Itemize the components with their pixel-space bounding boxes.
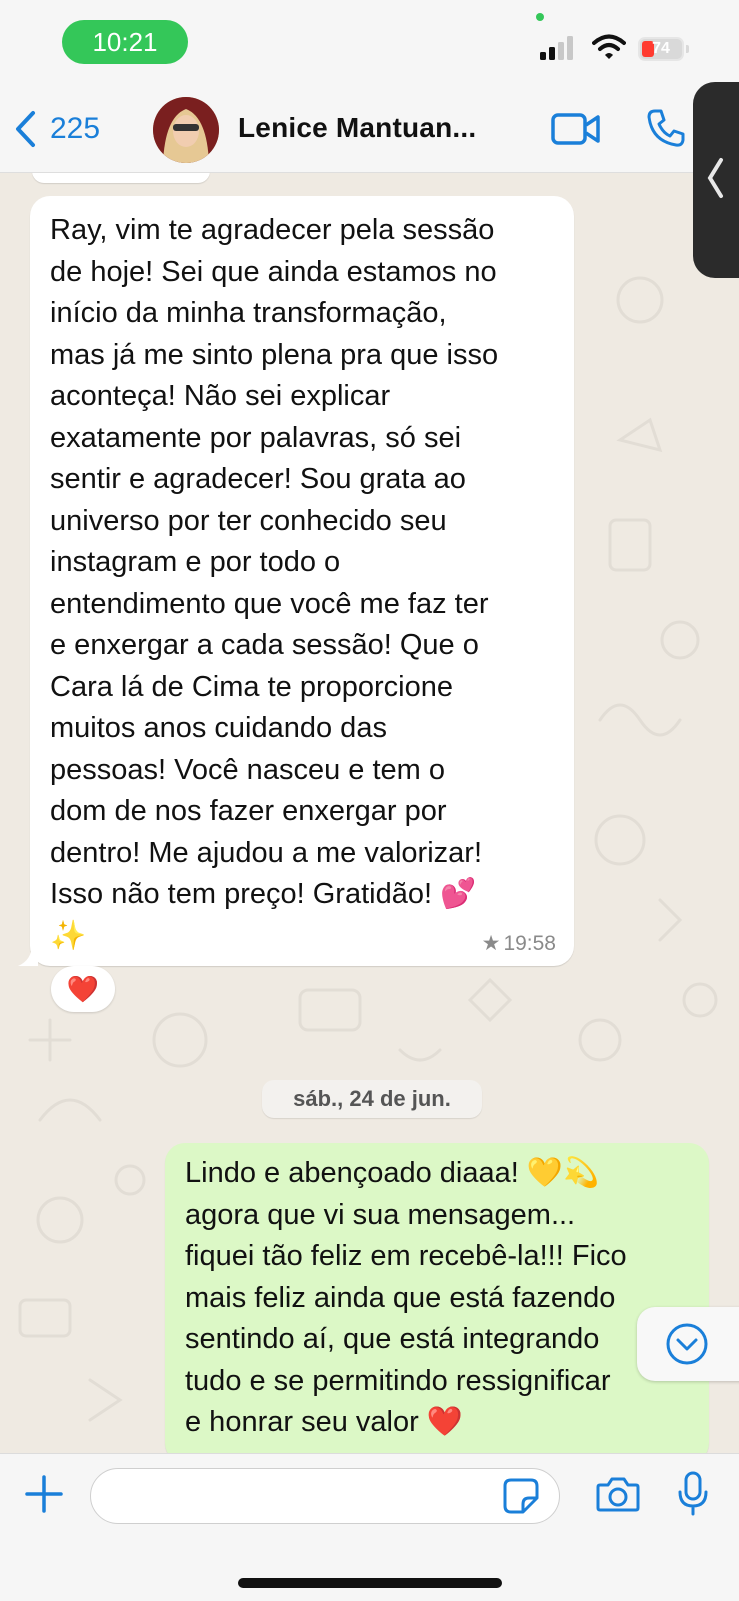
chevron-down-circle-icon — [666, 1323, 708, 1365]
home-indicator — [238, 1578, 502, 1588]
message-time: 19:58 — [503, 931, 556, 955]
previous-message-bubble — [32, 173, 210, 183]
microphone-icon — [678, 1471, 708, 1516]
back-button[interactable]: 225 — [14, 106, 100, 152]
sticker-button[interactable] — [503, 1478, 539, 1519]
message-input[interactable] — [90, 1468, 560, 1524]
status-time: 10:21 — [62, 20, 188, 64]
message-timestamp: ★ 19:58 — [482, 931, 556, 956]
cellular-signal-icon — [540, 36, 573, 60]
chevron-left-icon — [707, 158, 723, 198]
outgoing-message-bubble[interactable]: Lindo e abençoado diaaa! 💛💫 agora que vi… — [165, 1143, 709, 1453]
video-camera-icon — [551, 113, 600, 145]
bubble-tail — [18, 944, 38, 966]
status-bar: 10:21 74 — [0, 0, 739, 86]
contact-avatar[interactable] — [153, 97, 219, 163]
message-text: Ray, vim te agradecer pela sessão de hoj… — [50, 214, 499, 952]
voice-message-button[interactable] — [676, 1470, 710, 1523]
plus-icon — [25, 1475, 63, 1513]
incoming-message-bubble[interactable]: Ray, vim te agradecer pela sessão de hoj… — [18, 196, 574, 966]
battery-level: 74 — [652, 40, 670, 57]
message-composer — [0, 1453, 739, 1601]
camera-icon — [596, 1477, 640, 1512]
sticker-icon — [503, 1478, 539, 1514]
message-text: Lindo e abençoado diaaa! 💛💫 agora que vi… — [185, 1157, 627, 1438]
contact-name[interactable]: Lenice Mantuan... — [238, 112, 476, 144]
voice-call-button[interactable] — [646, 108, 686, 153]
unread-count: 225 — [50, 112, 101, 145]
scroll-to-bottom-button[interactable] — [637, 1307, 739, 1381]
attach-button[interactable] — [24, 1474, 64, 1519]
battery-cap — [686, 45, 689, 53]
battery-icon: 74 — [638, 37, 684, 61]
wifi-icon — [592, 34, 626, 59]
side-panel-handle[interactable] — [693, 82, 739, 278]
phone-icon — [647, 109, 685, 147]
date-separator: sáb., 24 de jun. — [262, 1080, 482, 1118]
message-list[interactable]: Ray, vim te agradecer pela sessão de hoj… — [0, 173, 739, 1453]
heart-reaction[interactable]: ❤️ — [51, 966, 115, 1012]
avatar-photo — [153, 97, 219, 163]
chat-header: 225 Lenice Mantuan... — [0, 86, 739, 173]
privacy-indicator-dot — [536, 13, 544, 21]
chevron-left-icon — [16, 111, 35, 147]
star-icon: ★ — [481, 932, 501, 955]
camera-button[interactable] — [596, 1475, 640, 1518]
video-call-button[interactable] — [551, 112, 601, 151]
